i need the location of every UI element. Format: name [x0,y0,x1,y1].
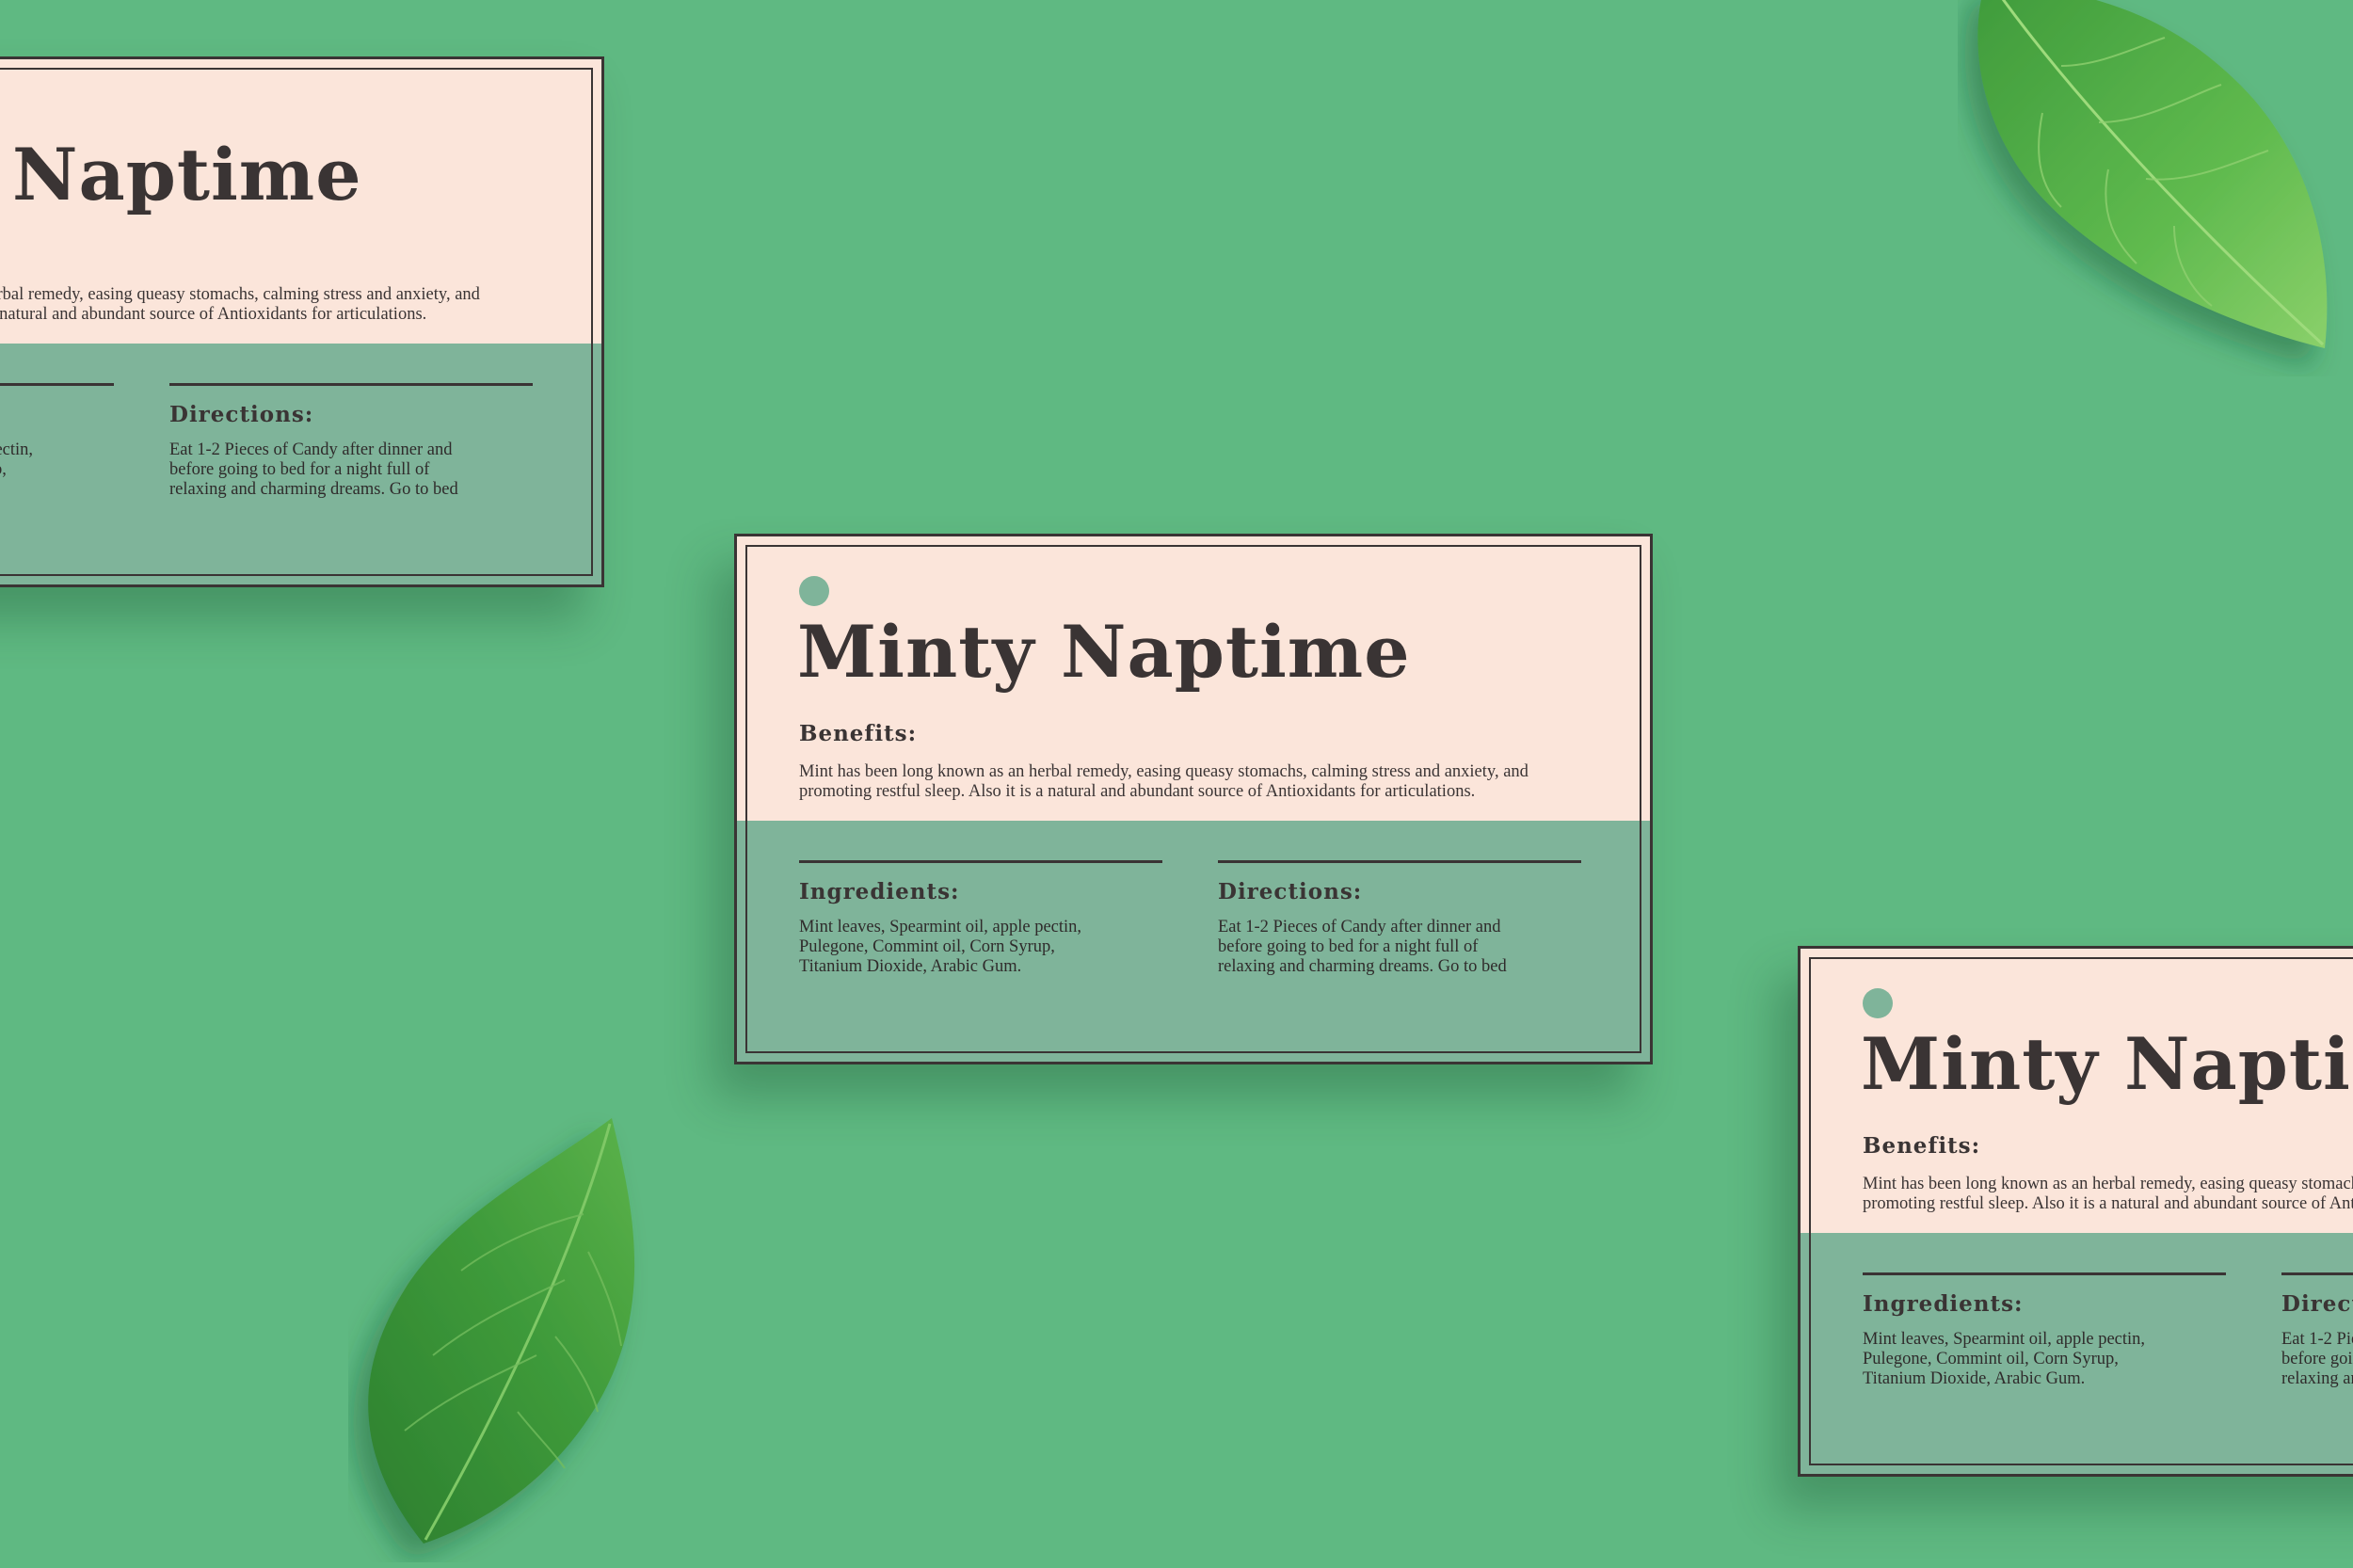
label-card-left: Minty Naptime Benefits: Mint has been lo… [0,56,604,587]
ingredients-line: Mint leaves, Spearmint oil, apple pectin… [0,440,34,459]
benefits-line: promoting restful sleep. Also it is a na… [0,305,427,324]
divider [1863,1272,2226,1275]
directions-line: relaxing and charming dreams. Go to bed [169,480,458,499]
benefits-text: Mint has been long known as an herbal re… [0,285,480,325]
ingredients-text: Mint leaves, Spearmint oil, apple pectin… [0,440,33,500]
benefits-line: promoting restful sleep. Also it is a na… [1863,1194,2353,1213]
card-title: Minty Naptime [1861,1022,2353,1106]
directions-heading: Directions: [2281,1291,2353,1317]
directions-line: before going to bed for a night full of [2281,1350,2353,1368]
ingredients-line: Pulegone, Commint oil, Corn Syrup, [1863,1350,2119,1368]
directions-line: relaxing and charming dreams. Go to bed [2281,1369,2353,1388]
brand-dot-icon [1863,988,1893,1018]
ingredients-line: Mint leaves, Spearmint oil, apple pectin… [1863,1330,2146,1349]
directions-line: Eat 1-2 Pieces of Candy after dinner and [1218,918,1501,936]
benefits-heading: Benefits: [1863,1133,1981,1159]
directions-line: relaxing and charming dreams. Go to bed [1218,957,1507,976]
directions-text: Eat 1-2 Pieces of Candy after dinner and… [169,440,458,500]
divider [2281,1272,2353,1275]
divider [799,860,1162,863]
directions-line: Eat 1-2 Pieces of Candy after dinner and [2281,1330,2353,1349]
benefits-heading: Benefits: [799,721,918,746]
directions-heading: Directions: [1218,879,1363,904]
directions-text: Eat 1-2 Pieces of Candy after dinner and… [2281,1330,2353,1389]
benefits-line: Mint has been long known as an herbal re… [1863,1175,2353,1193]
benefits-text: Mint has been long known as an herbal re… [799,762,1529,802]
ingredients-line: Titanium Dioxide, Arabic Gum. [1863,1369,2086,1388]
ingredients-line: Titanium Dioxide, Arabic Gum. [799,957,1022,976]
ingredients-text: Mint leaves, Spearmint oil, apple pectin… [799,918,1081,977]
ingredients-heading: Ingredients: [1863,1291,2024,1317]
ingredients-line: Pulegone, Commint oil, Corn Syrup, [0,460,7,479]
directions-line: Eat 1-2 Pieces of Candy after dinner and [169,440,453,459]
mockup-scene: Minty Naptime Benefits: Mint has been lo… [0,0,2353,1568]
benefits-text: Mint has been long known as an herbal re… [1863,1175,2353,1214]
directions-line: before going to bed for a night full of [1218,937,1479,956]
ingredients-line: Pulegone, Commint oil, Corn Syrup, [799,937,1055,956]
label-card-center: Minty Naptime Benefits: Mint has been lo… [734,534,1653,1064]
divider [1218,860,1581,863]
benefits-line: Mint has been long known as an herbal re… [799,762,1529,781]
leaf-icon [1977,0,2328,348]
ingredients-text: Mint leaves, Spearmint oil, apple pectin… [1863,1330,2145,1389]
benefits-line: promoting restful sleep. Also it is a na… [799,782,1476,801]
ingredients-heading: Ingredients: [799,879,960,904]
directions-line: before going to bed for a night full of [169,460,430,479]
directions-text: Eat 1-2 Pieces of Candy after dinner and… [1218,918,1507,977]
brand-dot-icon [799,576,829,606]
divider [0,383,114,386]
card-title: Minty Naptime [0,133,362,216]
card-title: Minty Naptime [797,610,1411,694]
label-card-right: Minty Naptime Benefits: Mint has been lo… [1798,946,2353,1477]
divider [169,383,533,386]
leaf-icon [368,1118,635,1544]
benefits-line: Mint has been long known as an herbal re… [0,285,480,304]
ingredients-line: Mint leaves, Spearmint oil, apple pectin… [799,918,1082,936]
directions-heading: Directions: [169,402,314,427]
